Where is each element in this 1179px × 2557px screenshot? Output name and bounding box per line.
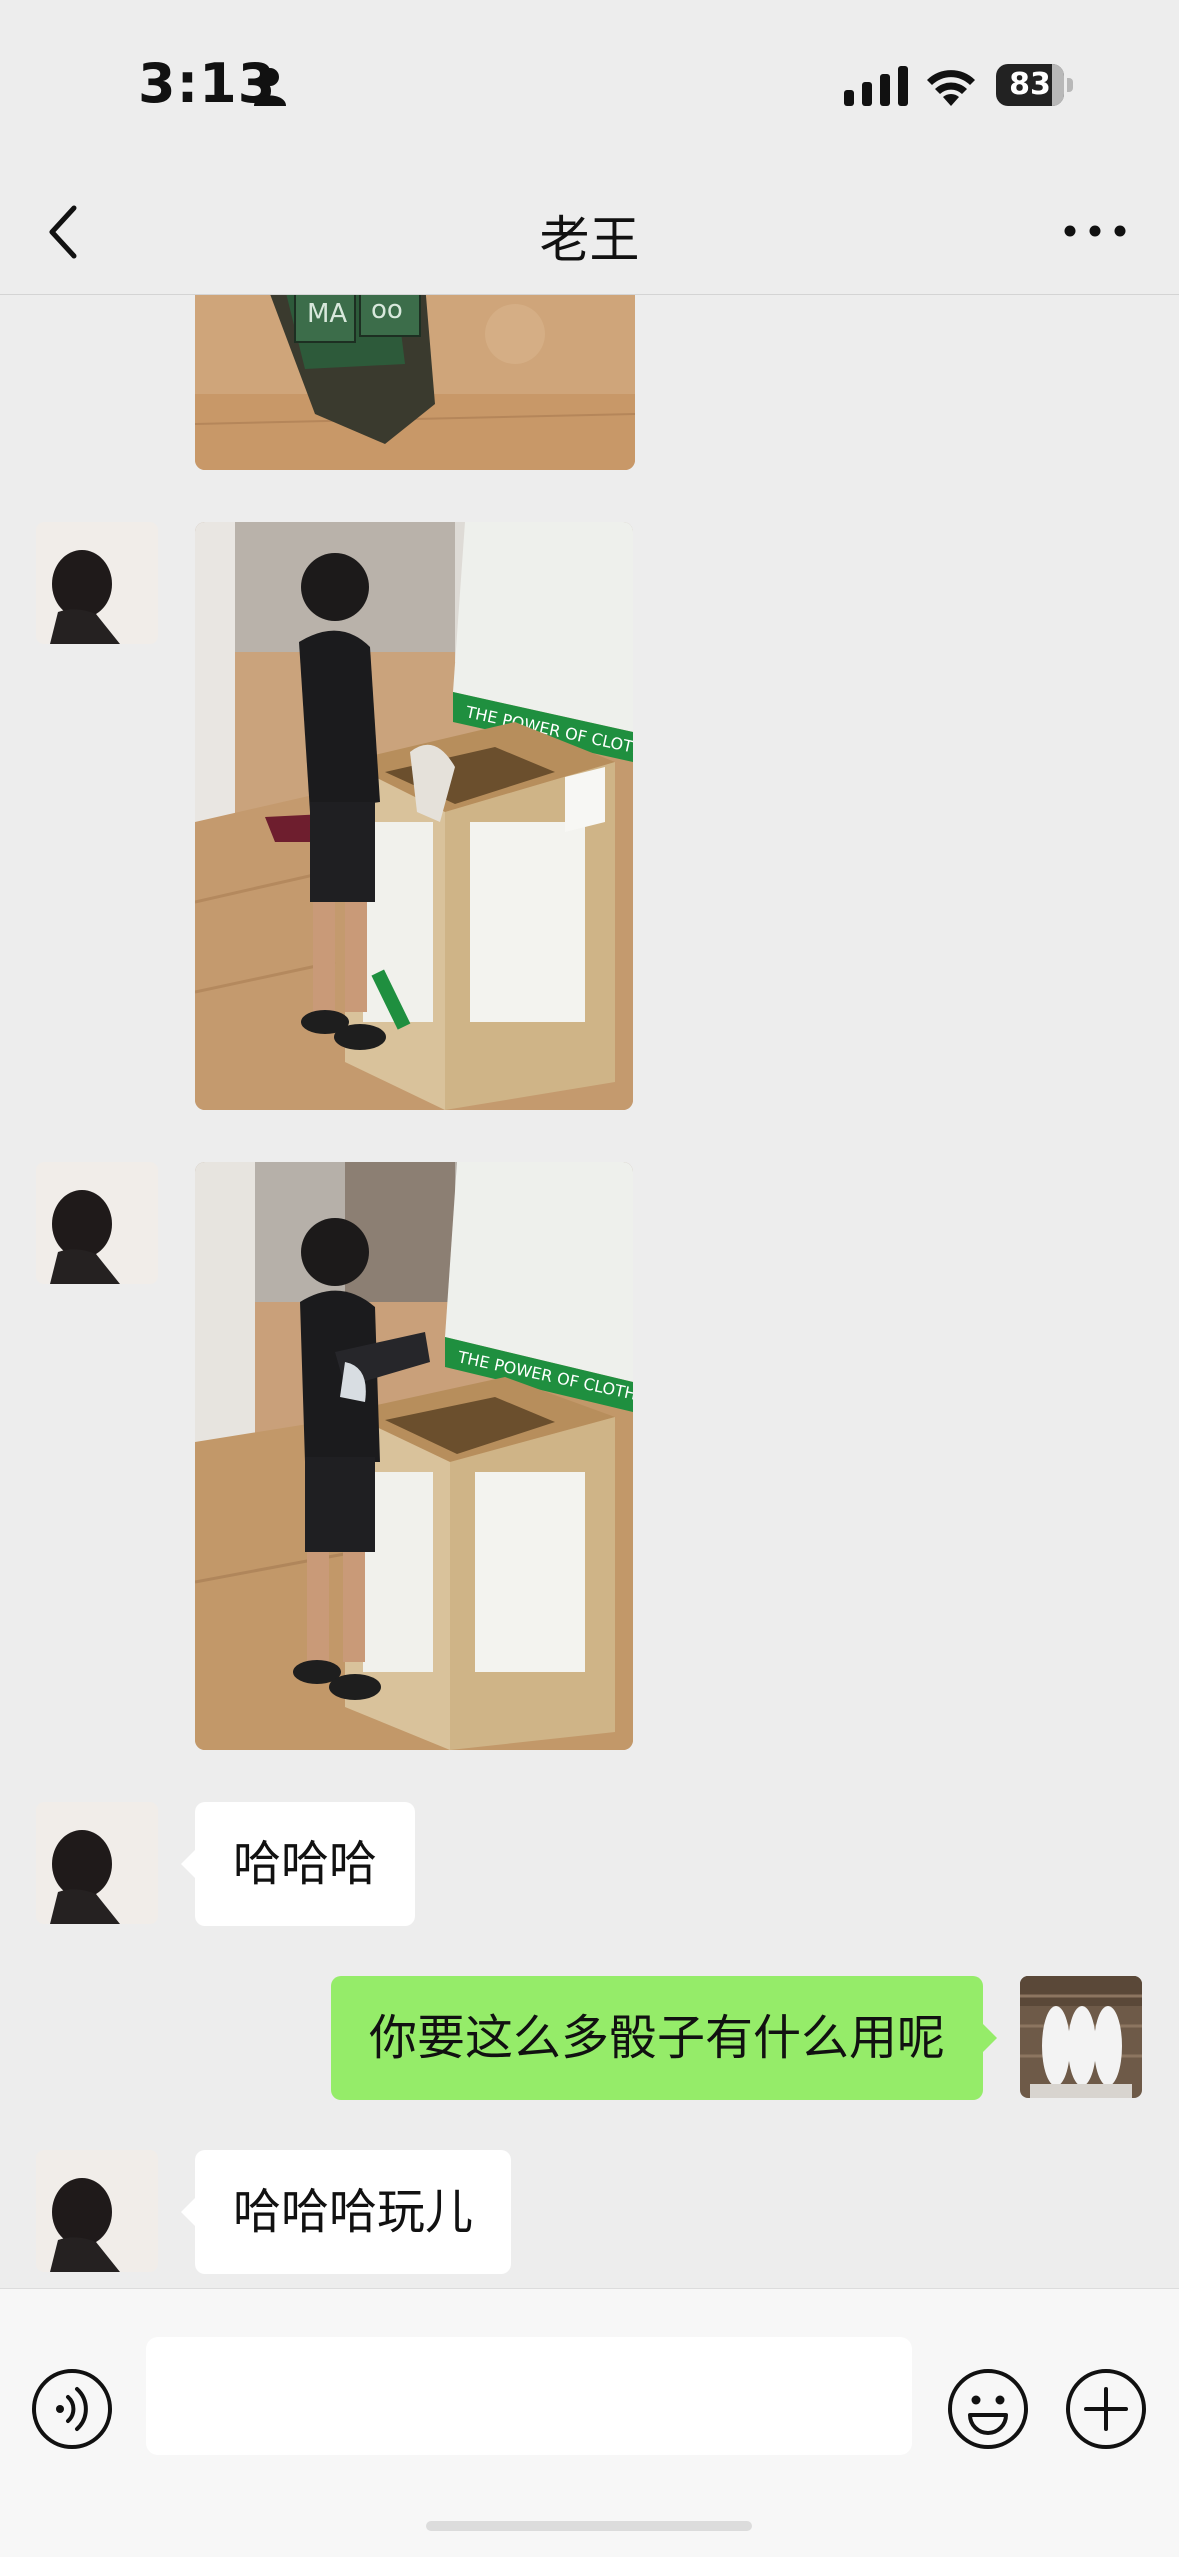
wifi-icon [927, 70, 975, 106]
message-input[interactable] [146, 2337, 912, 2455]
incoming-message-bubble[interactable]: 哈哈哈 [180, 1802, 416, 1926]
input-bar [0, 2288, 1179, 2557]
image-message-recycling-box-2[interactable]: THE POWER OF CLOTHING [195, 1162, 633, 1750]
person-icon [254, 68, 286, 106]
battery-indicator: 83 [996, 64, 1074, 106]
home-indicator [426, 2521, 752, 2531]
message-list[interactable]: MA oo THE POWER OF CLOTHING THE POWER OF… [0, 294, 1179, 2288]
contact-avatar[interactable] [36, 2150, 158, 2272]
battery-body: 83 [996, 64, 1064, 106]
chat-header: 老王 [0, 170, 1179, 295]
cellular-signal-icon [844, 66, 908, 106]
battery-cap [1067, 78, 1073, 92]
emoji-icon[interactable] [946, 2367, 1030, 2451]
image-message-dice-bag[interactable]: MA oo [195, 294, 635, 470]
contact-avatar[interactable] [36, 1802, 158, 1924]
plus-icon[interactable] [1064, 2367, 1148, 2451]
battery-level: 83 [1009, 67, 1051, 102]
svg-text:MA: MA [307, 299, 347, 329]
svg-text:oo: oo [371, 295, 403, 325]
status-bar: 3:13 83 [0, 0, 1179, 170]
incoming-message-bubble[interactable]: 哈哈哈玩儿 [180, 2150, 512, 2274]
message-text: 你要这么多骰子有什么用呢 [368, 2010, 945, 2066]
outgoing-message-bubble[interactable]: 你要这么多骰子有什么用呢 [330, 1976, 998, 2100]
my-avatar[interactable] [1020, 1976, 1142, 2098]
ellipsis-icon[interactable] [1060, 214, 1130, 248]
contact-avatar[interactable] [36, 522, 158, 644]
voice-icon[interactable] [30, 2367, 114, 2451]
image-message-recycling-box-1[interactable]: THE POWER OF CLOTHING [195, 522, 633, 1110]
contact-avatar[interactable] [36, 1162, 158, 1284]
message-text: 哈哈哈玩儿 [233, 2184, 474, 2240]
chat-title: 老王 [539, 211, 640, 269]
message-text: 哈哈哈 [233, 1836, 378, 1892]
